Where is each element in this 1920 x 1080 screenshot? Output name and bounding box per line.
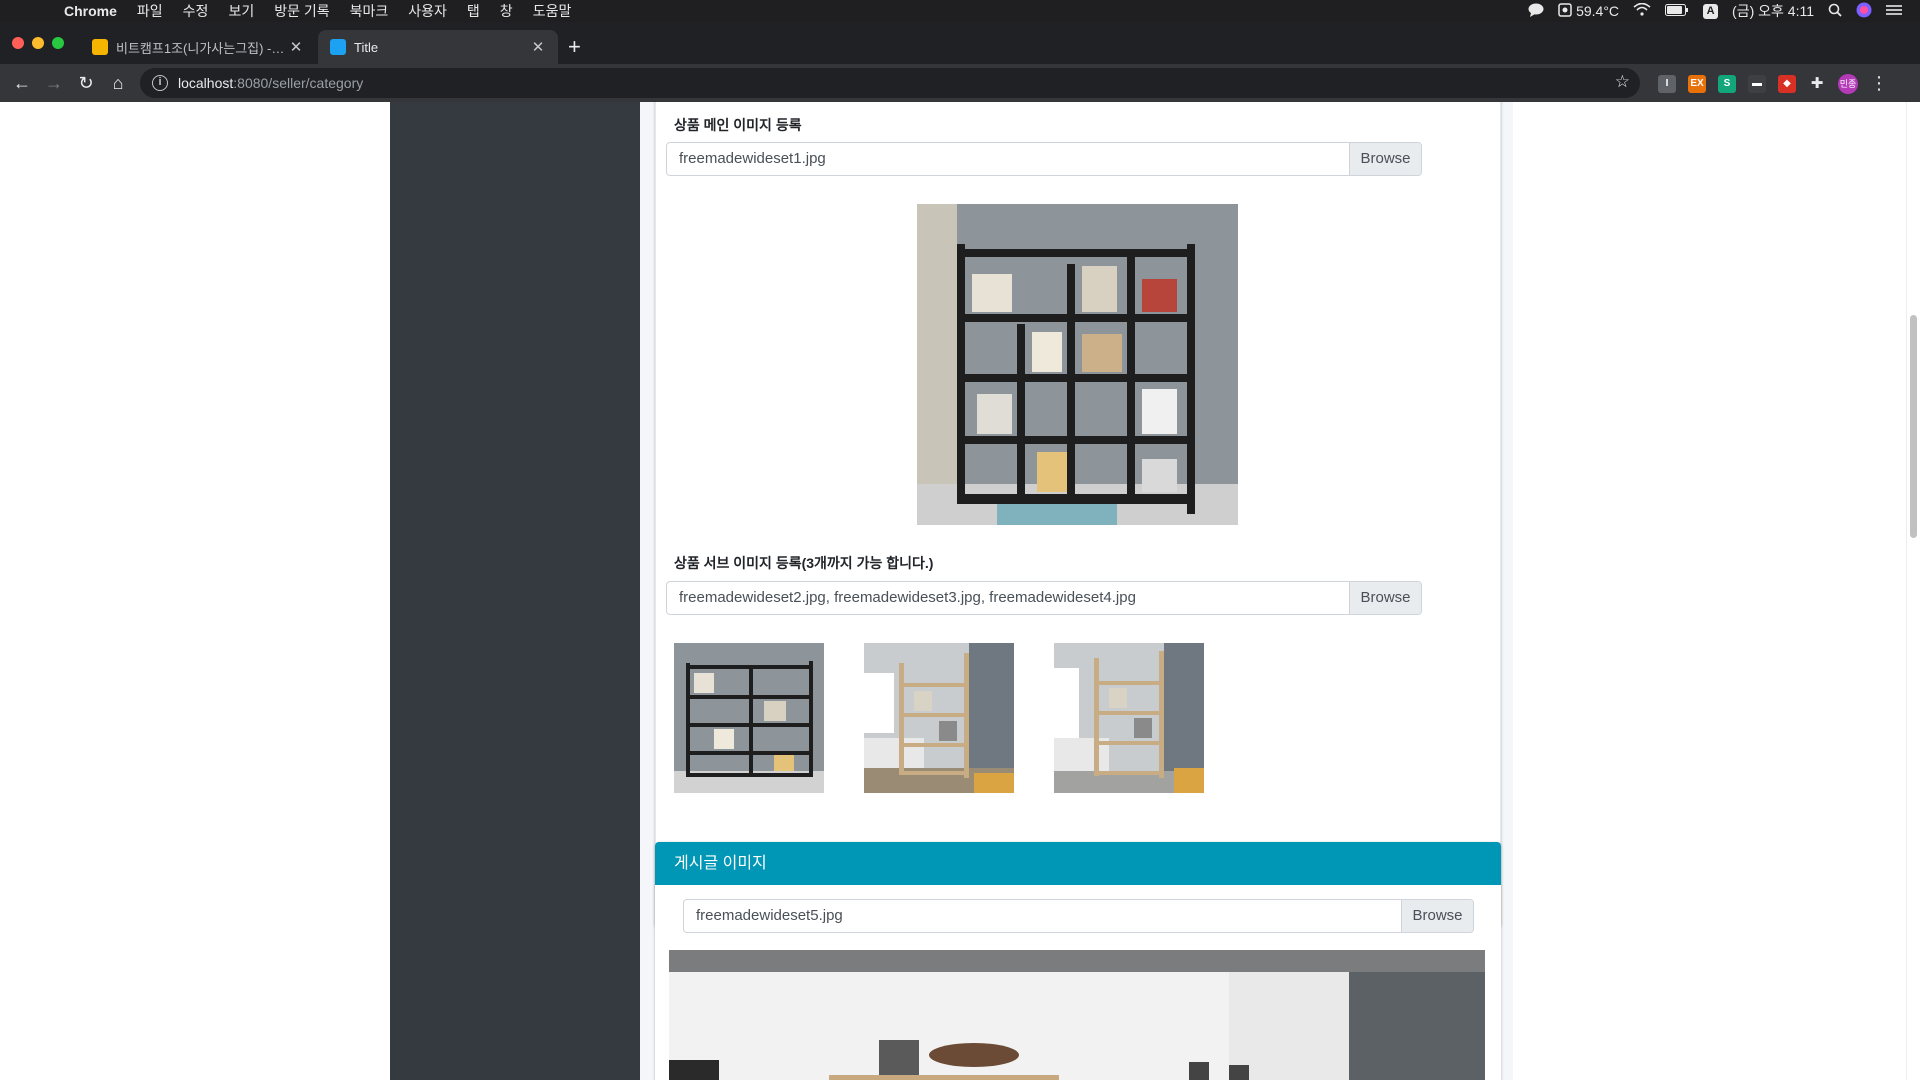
main-image-browse-button[interactable]: Browse xyxy=(1349,143,1421,175)
chat-bubble-icon[interactable] xyxy=(1528,3,1544,20)
menu-app-name[interactable]: Chrome xyxy=(54,3,127,19)
product-image-card: 상품 메인 이미지 등록 freemadewideset1.jpg Browse xyxy=(655,102,1501,928)
admin-sidebar xyxy=(390,102,640,1080)
sub-image-thumbnail-1 xyxy=(674,643,824,793)
wifi-icon[interactable] xyxy=(1633,2,1651,19)
close-tab-icon[interactable]: ✕ xyxy=(288,38,304,56)
menu-edit[interactable]: 수정 xyxy=(173,1,219,21)
extensions-area: I EX S ▬ ◆ ✚ 민종 ⋮ xyxy=(1658,73,1888,94)
url-path: :8080/seller/category xyxy=(233,75,364,91)
main-image-filename: freemadewideset1.jpg xyxy=(679,150,826,167)
extension-2-icon[interactable]: EX xyxy=(1688,74,1706,93)
sub-images-browse-button[interactable]: Browse xyxy=(1349,582,1421,614)
page-viewport: 상품 메인 이미지 등록 freemadewideset1.jpg Browse xyxy=(0,102,1920,1080)
main-image-label: 상품 메인 이미지 등록 xyxy=(674,117,802,133)
sub-image-thumbnail-2 xyxy=(864,643,1014,793)
reload-icon[interactable]: ↻ xyxy=(70,67,102,99)
browser-toolbar: ← → ↻ ⌂ i localhost :8080/seller/categor… xyxy=(0,64,1920,102)
status-area: 59.4°C A (금) 오후 4:11 xyxy=(1528,0,1920,22)
extension-5-icon[interactable]: ◆ xyxy=(1778,74,1796,93)
site-favicon-icon xyxy=(330,39,346,55)
close-window-button[interactable] xyxy=(12,37,24,49)
menu-history[interactable]: 방문 기록 xyxy=(264,1,339,21)
sub-image-thumbnail-3 xyxy=(1054,643,1204,793)
menu-view[interactable]: 보기 xyxy=(218,1,264,21)
battery-icon[interactable] xyxy=(1665,3,1689,19)
extension-1-icon[interactable]: I xyxy=(1658,74,1676,93)
main-image-file-input[interactable]: freemadewideset1.jpg Browse xyxy=(666,142,1422,176)
main-image-preview xyxy=(917,204,1238,525)
control-center-icon[interactable] xyxy=(1886,3,1902,19)
siri-icon[interactable] xyxy=(1856,2,1872,21)
clock[interactable]: (금) 오후 4:11 xyxy=(1732,1,1814,21)
forward-icon[interactable]: → xyxy=(38,67,70,99)
bookmark-star-icon[interactable]: ☆ xyxy=(1615,72,1630,92)
page-scrollbar-thumb[interactable] xyxy=(1910,315,1917,538)
tab-label: 비트캠프1조(니가사는그집) - Googl xyxy=(116,40,288,56)
post-image-file-input[interactable]: freemadewideset5.jpg Browse xyxy=(683,899,1474,933)
post-image-filename: freemadewideset5.jpg xyxy=(696,907,843,924)
chrome-menu-icon[interactable]: ⋮ xyxy=(1870,73,1888,94)
back-icon[interactable]: ← xyxy=(6,67,38,99)
profile-avatar[interactable]: 민종 xyxy=(1838,73,1858,94)
post-image-browse-button[interactable]: Browse xyxy=(1401,900,1473,932)
post-image-card: 게시글 이미지 freemadewideset5.jpg Browse xyxy=(655,842,1501,1080)
weather-icon[interactable] xyxy=(1558,2,1572,20)
tab-title[interactable]: Title ✕ xyxy=(318,30,558,64)
sub-images-file-input[interactable]: freemadewideset2.jpg, freemadewideset3.j… xyxy=(666,581,1422,615)
extension-4-icon[interactable]: ▬ xyxy=(1748,74,1766,93)
minimize-window-button[interactable] xyxy=(32,37,44,49)
home-icon[interactable]: ⌂ xyxy=(102,67,134,99)
menu-help[interactable]: 도움말 xyxy=(523,1,582,21)
menu-tab[interactable]: 탭 xyxy=(457,1,490,21)
spotlight-search-icon[interactable] xyxy=(1828,3,1842,20)
new-tab-icon[interactable]: + xyxy=(568,36,581,58)
weather-temperature: 59.4°C xyxy=(1576,3,1620,19)
close-tab-icon[interactable]: ✕ xyxy=(530,38,546,56)
window-controls xyxy=(12,37,64,49)
menu-window[interactable]: 창 xyxy=(490,1,523,21)
menu-bookmarks[interactable]: 북마크 xyxy=(340,1,399,21)
address-bar[interactable]: i localhost :8080/seller/category ☆ xyxy=(140,68,1640,98)
sub-images-filenames: freemadewideset2.jpg, freemadewideset3.j… xyxy=(679,589,1136,606)
browser-tab-strip: 비트캠프1조(니가사는그집) - Googl ✕ Title ✕ + xyxy=(0,22,1920,64)
sub-images-label: 상품 서브 이미지 등록(3개까지 가능 합니다.) xyxy=(674,555,934,571)
menu-file[interactable]: 파일 xyxy=(127,1,173,21)
site-info-icon[interactable]: i xyxy=(152,75,168,91)
extensions-puzzle-icon[interactable]: ✚ xyxy=(1808,75,1826,93)
page-scrollbar[interactable] xyxy=(1906,102,1920,1080)
url-host: localhost xyxy=(178,75,234,91)
tab-google-sheets[interactable]: 비트캠프1조(니가사는그집) - Googl ✕ xyxy=(80,30,316,64)
input-source-icon[interactable]: A xyxy=(1703,3,1719,19)
post-image-preview xyxy=(669,950,1485,1080)
post-image-card-header: 게시글 이미지 xyxy=(655,842,1501,885)
extension-3-icon[interactable]: S xyxy=(1718,74,1736,93)
menu-people[interactable]: 사용자 xyxy=(398,1,457,21)
sheets-favicon-icon xyxy=(92,39,108,55)
tab-label: Title xyxy=(354,39,379,55)
macos-menu-bar: Chrome 파일 수정 보기 방문 기록 북마크 사용자 탭 창 도움말 59… xyxy=(0,0,1920,22)
zoom-window-button[interactable] xyxy=(52,37,64,49)
